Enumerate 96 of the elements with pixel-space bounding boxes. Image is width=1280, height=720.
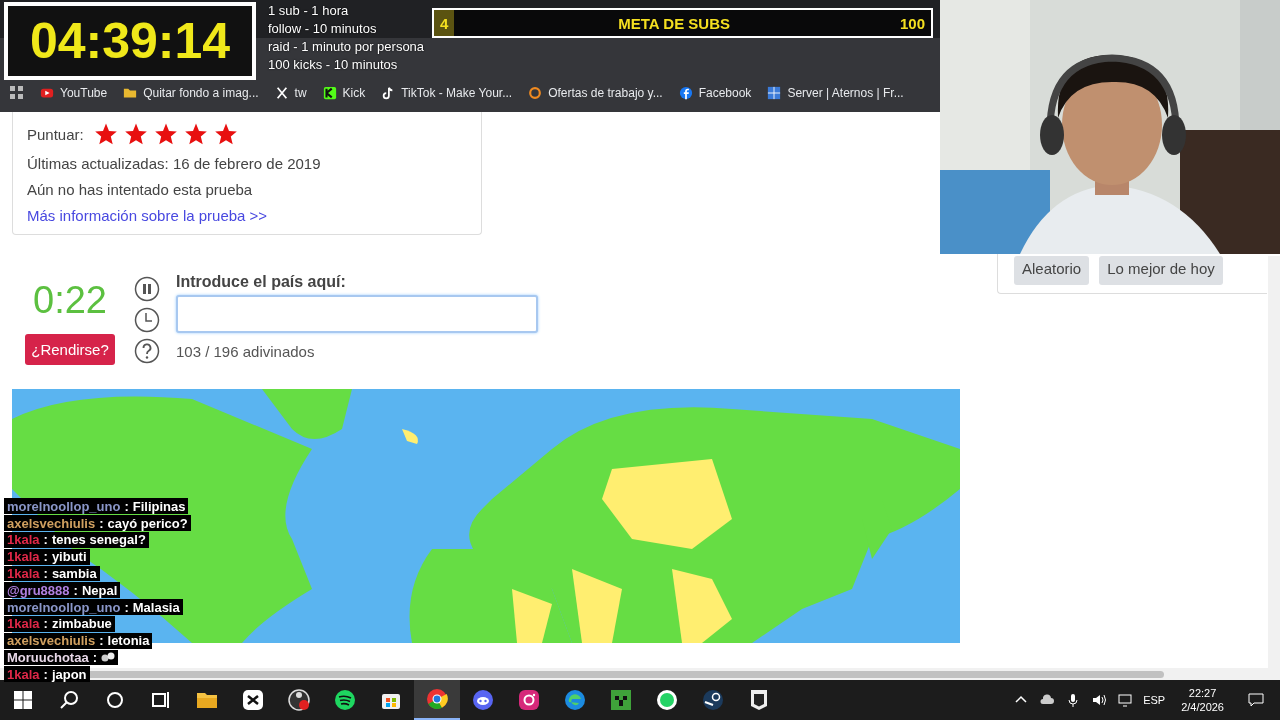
chat-separator: :: [73, 582, 78, 598]
chat-username: axelsvechiulis: [7, 515, 96, 531]
rule-text: follow - 10 minutos: [268, 20, 377, 38]
guessed-count: 103 / 196 adivinados: [176, 343, 316, 360]
monitor-icon[interactable]: [1117, 692, 1134, 708]
speaker-icon[interactable]: [1091, 692, 1108, 708]
give-up-button[interactable]: ¿Rendirse?: [25, 334, 115, 365]
goal-target: 100: [899, 14, 926, 32]
nav-button[interactable]: Aleatorio: [1014, 256, 1090, 285]
ring-icon: [528, 86, 543, 100]
app-icon: [287, 688, 311, 712]
pause-icon[interactable]: [134, 276, 160, 302]
country-input[interactable]: [176, 295, 538, 333]
bookmark-link[interactable]: Ofertas de trabajo y...: [548, 86, 663, 100]
app-icon: [655, 688, 679, 712]
bookmark-link[interactable]: TikTok - Make Your...: [401, 86, 513, 100]
chat-separator: :: [43, 616, 48, 632]
windows-icon[interactable]: [11, 688, 35, 712]
chat-separator: :: [99, 633, 104, 649]
stream-timer: 04:39:14: [4, 2, 256, 80]
chat-username: morelnoollop_uno: [7, 498, 121, 514]
rule-text: raid - 1 minuto por persona: [268, 38, 425, 56]
rule-text: 100 kicks - 10 minutos: [268, 56, 398, 74]
chat-message: zimbabue: [51, 616, 112, 632]
language-indicator[interactable]: ESP: [1143, 694, 1166, 706]
app-icon: [517, 688, 541, 712]
app-icon: [701, 688, 725, 712]
chat-separator: :: [43, 666, 48, 682]
attempt-status: Aún no has intentado esta prueba: [27, 181, 254, 198]
chat-message: cayó perico?: [107, 515, 188, 531]
prompt-label: Introduce el país aquí:: [176, 273, 347, 291]
chat-separator: :: [124, 498, 129, 514]
app-icon: [609, 688, 633, 712]
chat-separator: :: [124, 599, 129, 615]
scrollbar[interactable]: [0, 668, 1280, 680]
chat-username: morelnoollop_uno: [7, 599, 121, 615]
chat-separator: :: [92, 649, 97, 665]
star-rating[interactable]: [93, 122, 238, 146]
clock-icon[interactable]: [134, 307, 160, 333]
chat-message: sambia: [51, 565, 97, 581]
chat-username: 1kala: [7, 532, 40, 548]
chat-message: Nepal: [81, 582, 118, 598]
bookmark-link[interactable]: YouTube: [60, 86, 108, 100]
clock-date[interactable]: 2/4/2026: [1181, 701, 1224, 713]
f-icon: [678, 86, 693, 100]
folder-icon: [123, 86, 138, 100]
chat-message: yibuti: [51, 549, 87, 565]
clock-time[interactable]: 22:27: [1188, 687, 1217, 699]
star-icon[interactable]: [153, 122, 178, 146]
chat-separator: :: [99, 515, 104, 531]
chat-username: Moruuchotaa: [7, 649, 89, 665]
help-icon[interactable]: [134, 338, 160, 364]
bookmark-link[interactable]: Kick: [342, 86, 366, 100]
apps-grid-icon[interactable]: [10, 86, 24, 100]
app-icon: [241, 688, 265, 712]
play-icon: [40, 86, 54, 100]
goal-title: META DE SUBS: [617, 14, 731, 32]
bookmark-link[interactable]: Server | Aternos | Fr...: [787, 86, 904, 100]
rating-label: Puntuar:: [27, 125, 84, 143]
chat-username: 1kala: [7, 565, 40, 581]
chat-message: letonia: [107, 633, 150, 649]
app-icon: [425, 687, 449, 711]
grid-icon: [767, 86, 782, 100]
app-icon: [471, 688, 495, 712]
chat-username: @gru8888: [7, 582, 70, 598]
chat-username: 1kala: [7, 616, 40, 632]
chat-message: japon: [51, 666, 87, 682]
chat-username: axelsvechiulis: [7, 633, 96, 649]
more-info-link[interactable]: Más información sobre la prueba >>: [27, 207, 467, 224]
star-icon[interactable]: [183, 122, 208, 146]
bookmark-link[interactable]: Facebook: [698, 86, 752, 100]
quiz-timer: 0:22: [33, 279, 107, 322]
x-icon: [274, 86, 289, 100]
star-icon[interactable]: [93, 122, 118, 146]
chat-separator: :: [43, 549, 48, 565]
updated-text: Últimas actualizadas: 16 de febrero de 2019: [27, 155, 322, 172]
star-icon[interactable]: [123, 122, 148, 146]
bookmark-link[interactable]: Quitar fondo a imag...: [143, 86, 259, 100]
chat-separator: :: [43, 565, 48, 581]
rule-text: 1 sub - 1 hora: [268, 2, 349, 20]
star-icon[interactable]: [213, 122, 238, 146]
chat-message: tenes senegal?: [51, 532, 146, 548]
taskbar-app[interactable]: [414, 680, 460, 720]
app-icon: [563, 688, 587, 712]
notification-icon[interactable]: [1248, 692, 1264, 708]
k-icon: [322, 86, 337, 100]
chat-separator: :: [43, 532, 48, 548]
chat-message: Malasia: [132, 599, 180, 615]
chat-username: 1kala: [7, 549, 40, 565]
chat-username: 1kala: [7, 666, 40, 682]
app-icon: [333, 688, 357, 712]
bookmark-link[interactable]: tw: [294, 86, 307, 100]
scrollbar[interactable]: [1268, 256, 1280, 668]
chat-message: Filipinas: [132, 498, 186, 514]
nav-button[interactable]: Lo mejor de hoy: [1099, 256, 1223, 285]
goal-current: 4: [439, 14, 449, 32]
